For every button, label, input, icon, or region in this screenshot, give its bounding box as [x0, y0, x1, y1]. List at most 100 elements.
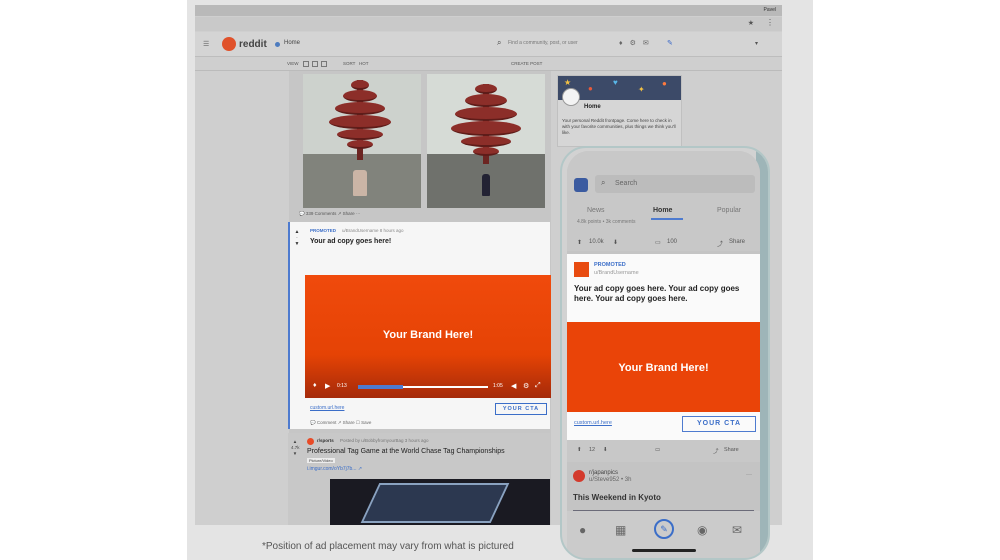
- vote-arrows[interactable]: ▲ · ▼: [293, 229, 301, 247]
- sort-hot-dropdown[interactable]: HOT: [359, 61, 369, 66]
- nav-create-post-icon[interactable]: ✎: [654, 519, 674, 539]
- feed-post: ▲ 4.7k ▼ r/sports Posted by u/Bobbyfromyou…: [288, 433, 550, 525]
- user-menu-chevron-icon[interactable]: ▾: [755, 40, 758, 47]
- footnote: *Position of ad placement may vary from …: [262, 541, 514, 552]
- reddit-header: ☰ reddit Home ⌕ Find a community, post, …: [195, 32, 782, 57]
- ad-cta-button[interactable]: YOUR CTA: [495, 403, 547, 415]
- post-image[interactable]: [330, 479, 550, 525]
- downvote-icon[interactable]: ⬇: [603, 447, 608, 453]
- vote-count: 4.7k: [291, 445, 300, 450]
- thumbs-icon[interactable]: ♦: [313, 382, 317, 389]
- fullscreen-icon[interactable]: ⤢: [535, 382, 541, 390]
- person-figure: [353, 170, 367, 196]
- ad-share-label[interactable]: Share: [724, 447, 739, 453]
- ad-actions[interactable]: 💬 Comment ↗ Share ☐ Save: [310, 420, 371, 426]
- vote-arrows[interactable]: ▲ 4.7k ▼: [291, 439, 300, 457]
- settings-gear-icon[interactable]: ⚙: [523, 382, 529, 390]
- nav-inbox-icon[interactable]: ✉: [732, 523, 742, 537]
- time-current: 0:13: [337, 383, 347, 389]
- search-icon: ⌕: [601, 178, 606, 187]
- search-icon: ⌕: [497, 38, 502, 47]
- previous-post-actions: 4.8k points • 3k comments ⬆ 10.0k ⬇ ▭ 10…: [567, 219, 760, 251]
- share-icon[interactable]: ⤴: [713, 447, 719, 455]
- phone-promoted-ad: PROMOTED u/BrandUsername Your ad copy go…: [567, 254, 760, 440]
- post-image-left[interactable]: [303, 74, 421, 208]
- subreddit-link[interactable]: r/sports: [317, 438, 334, 443]
- brand-placeholder-text: Your Brand Here!: [382, 329, 474, 341]
- share-icon[interactable]: ⤴: [717, 239, 723, 248]
- comment-icon[interactable]: ▭: [655, 239, 661, 246]
- tab-home[interactable]: Home: [653, 207, 672, 214]
- phone-cta-button[interactable]: YOUR CTA: [682, 416, 756, 432]
- comment-icon[interactable]: ▭: [655, 447, 660, 453]
- upvote-count: 10.0k: [589, 239, 604, 245]
- sculpture-shape: [325, 80, 395, 160]
- reddit-wordmark[interactable]: reddit: [239, 39, 267, 50]
- phone-subreddit[interactable]: r/japanpics: [589, 470, 618, 476]
- classic-view-icon[interactable]: [312, 61, 318, 67]
- phone-post-byline: u/Steve952 • 3h: [589, 477, 632, 483]
- phone-ad-media[interactable]: Your Brand Here!: [567, 322, 760, 412]
- card-view-icon[interactable]: [303, 61, 309, 67]
- phone-ad-url[interactable]: custom.url.here: [574, 420, 612, 426]
- downvote-icon[interactable]: ⬇: [613, 239, 618, 246]
- bookmark-star-icon[interactable]: ★: [748, 19, 754, 27]
- phone-brand-text: Your Brand Here!: [618, 362, 709, 374]
- more-options-icon[interactable]: ···: [746, 472, 752, 478]
- nav-communities-icon[interactable]: ▦: [615, 523, 626, 537]
- mobile-phone-mockup: ⌕ Search News Home Popular 4.8k points •…: [560, 146, 770, 560]
- sculpture-shape: [451, 84, 521, 164]
- browser-title-bar: Pavel: [195, 5, 782, 16]
- ad-video[interactable]: Your Brand Here! ♦ ▶ 0:13 1:05 ◀ ⚙ ⤢: [305, 275, 551, 398]
- post-external-link[interactable]: i.imgur.com/oYb7j7b... ↗: [307, 466, 362, 472]
- phone-search-input[interactable]: ⌕ Search: [595, 175, 755, 193]
- tab-news[interactable]: News: [587, 207, 605, 214]
- phone-search-placeholder: Search: [615, 180, 638, 187]
- person-figure: [482, 174, 490, 196]
- nav-chat-icon[interactable]: ◉: [697, 523, 707, 537]
- play-icon[interactable]: ▶: [325, 382, 330, 390]
- create-post-link[interactable]: CREATE POST: [511, 61, 542, 66]
- home-sidebar-card: ★ ● ♥ ✦ ● Home Your personal Reddit fron…: [557, 75, 682, 147]
- compact-view-icon[interactable]: [321, 61, 327, 67]
- upvote-icon[interactable]: ⬆: [577, 447, 582, 453]
- profile-tag: Pavel: [763, 7, 776, 13]
- browser-menu-icon[interactable]: ⋮: [766, 18, 774, 27]
- reddit-logo-icon[interactable]: [222, 37, 236, 51]
- home-indicator: [632, 549, 696, 552]
- cut-off-meta: 4.8k points • 3k comments: [577, 219, 636, 225]
- subreddit-avatar-icon[interactable]: [573, 470, 585, 482]
- video-controls: ♦ ▶ 0:13 1:05 ◀ ⚙ ⤢: [313, 382, 543, 392]
- snoo-avatar-icon: [562, 88, 580, 106]
- ad-url-link[interactable]: custom.url.here: [310, 405, 344, 411]
- post-actions[interactable]: 💬 339 Comments ↗ Share ···: [299, 211, 360, 217]
- sort-label: SORT: [343, 61, 356, 66]
- post-meta: Posted by u/BobbyfromyourBag 3 hours ago: [340, 438, 429, 443]
- nav-home-icon[interactable]: ●: [579, 523, 586, 537]
- active-tab-underline: [651, 218, 683, 220]
- header-action-icons[interactable]: ♦⚙✉: [619, 39, 656, 47]
- volume-icon[interactable]: ◀: [511, 382, 516, 390]
- home-dot-icon: [275, 42, 280, 47]
- promoted-label: PROMOTED: [310, 228, 337, 233]
- app-logo-icon[interactable]: [574, 178, 588, 192]
- phone-ad-copy: Your ad copy goes here. Your ad copy goe…: [574, 284, 740, 303]
- hamburger-icon[interactable]: ☰: [203, 40, 209, 48]
- sidebar-description: Your personal Reddit frontpage. Come her…: [562, 118, 676, 135]
- share-label[interactable]: Share: [729, 239, 745, 245]
- create-post-pen-icon[interactable]: ✎: [667, 39, 673, 47]
- post-title[interactable]: Professional Tag Game at the World Chase…: [307, 448, 505, 455]
- time-total: 1:05: [493, 383, 503, 389]
- tab-popular[interactable]: Popular: [717, 207, 741, 214]
- view-sort-bar: VIEW SORT HOT CREATE POST: [195, 58, 782, 71]
- search-placeholder: Find a community, post, or user: [508, 40, 578, 46]
- subreddit-avatar-icon[interactable]: [307, 438, 314, 445]
- phone-ad-username[interactable]: u/BrandUsername: [594, 270, 639, 276]
- comment-count: 100: [667, 239, 678, 245]
- post-image-right[interactable]: [427, 74, 545, 208]
- home-dropdown[interactable]: Home: [284, 40, 300, 46]
- search-input[interactable]: ⌕ Find a community, post, or user: [497, 38, 627, 51]
- phone-post-title[interactable]: This Weekend in Kyoto: [573, 493, 661, 502]
- upvote-icon[interactable]: ⬆: [577, 239, 582, 246]
- brand-avatar: [574, 262, 589, 277]
